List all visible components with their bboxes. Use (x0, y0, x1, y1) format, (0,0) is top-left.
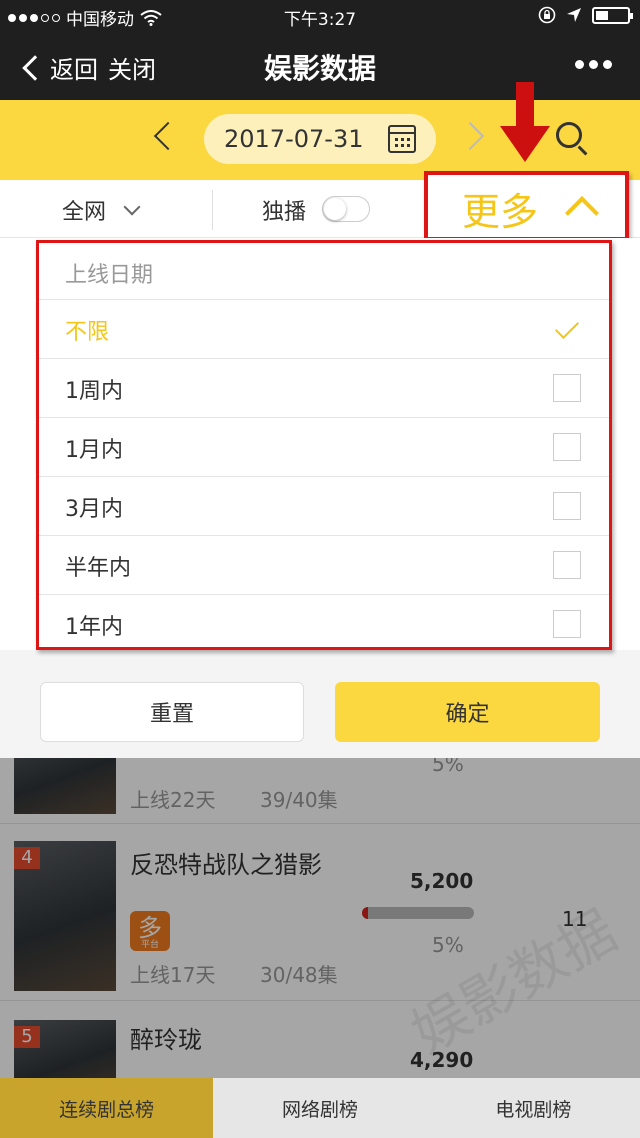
checkbox[interactable] (553, 374, 581, 402)
release-date-options: 上线日期 不限 1周内 1月内 3月内 半年内 1年内 (36, 240, 612, 650)
option-label: 1月内 (65, 438, 123, 463)
chevron-up-icon (565, 196, 599, 230)
option-label: 不限 (65, 320, 110, 345)
option-label: 1周内 (65, 379, 123, 404)
option-3-months[interactable]: 3月内 (39, 476, 609, 535)
next-date-button[interactable] (455, 121, 485, 151)
check-icon (554, 314, 580, 340)
location-icon (567, 8, 581, 22)
checkbox[interactable] (553, 492, 581, 520)
bottom-tab-bar: 连续剧总榜 网络剧榜 电视剧榜 (0, 1078, 640, 1138)
option-1-year[interactable]: 1年内 (39, 594, 609, 653)
option-half-year[interactable]: 半年内 (39, 535, 609, 594)
option-label: 半年内 (65, 556, 132, 581)
rotation-lock-icon (538, 6, 556, 24)
checkbox[interactable] (553, 551, 581, 579)
annotation-arrow (500, 82, 550, 164)
tab-tv-drama[interactable]: 电视剧榜 (427, 1078, 640, 1138)
date-picker[interactable]: 2017-07-31 (204, 114, 436, 164)
network-filter[interactable]: 全网 (62, 194, 141, 226)
calendar-icon (388, 125, 416, 153)
more-options-icon[interactable] (575, 60, 612, 69)
option-label: 1年内 (65, 615, 123, 640)
confirm-button[interactable]: 确定 (335, 682, 600, 742)
reset-button[interactable]: 重置 (40, 682, 304, 742)
exclusive-label: 独播 (262, 200, 307, 225)
option-1-week[interactable]: 1周内 (39, 358, 609, 417)
tab-web-drama[interactable]: 网络剧榜 (213, 1078, 426, 1138)
status-bar: 中国移动 下午3:27 (0, 0, 640, 32)
divider (212, 190, 213, 230)
chevron-down-icon (123, 198, 141, 216)
previous-date-button[interactable] (153, 121, 183, 151)
exclusive-toggle[interactable] (322, 196, 370, 222)
page-title: 娱影数据 (263, 52, 376, 85)
option-label: 3月内 (65, 497, 123, 522)
option-1-month[interactable]: 1月内 (39, 417, 609, 476)
checkbox[interactable] (553, 433, 581, 461)
tab-drama-overall[interactable]: 连续剧总榜 (0, 1078, 214, 1138)
battery-icon (592, 6, 633, 24)
overlay-mask[interactable] (0, 758, 640, 1078)
network-filter-label: 全网 (62, 200, 107, 225)
date-value: 2017-07-31 (224, 125, 364, 153)
more-filter-panel: 上线日期 不限 1周内 1月内 3月内 半年内 1年内 重置 确定 (0, 238, 640, 758)
option-unlimited[interactable]: 不限 (39, 299, 609, 358)
option-group-title: 上线日期 (65, 263, 154, 288)
checkbox[interactable] (553, 610, 581, 638)
search-icon[interactable] (556, 122, 582, 148)
more-filter-label: 更多 (462, 190, 539, 234)
more-filter-button[interactable]: 更多 (424, 171, 629, 241)
